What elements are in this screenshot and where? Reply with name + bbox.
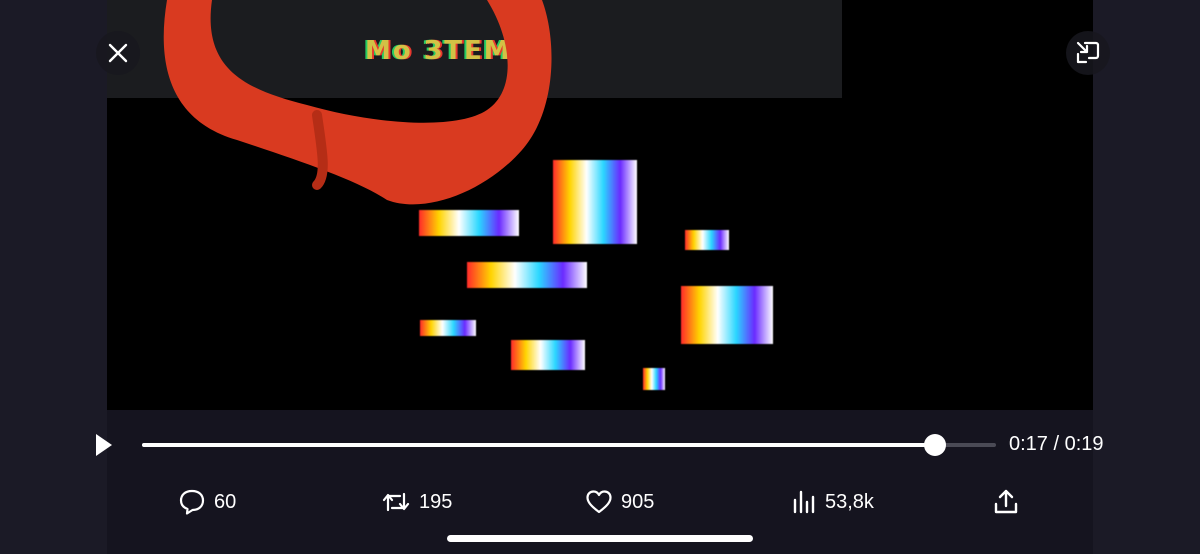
seek-bar-progress — [142, 443, 936, 447]
reply-count: 60 — [214, 490, 237, 513]
reply-button[interactable]: 60 — [178, 486, 236, 518]
time-display: 0:17 / 0:19 — [1009, 433, 1104, 455]
repost-count: 195 — [419, 490, 453, 513]
player-controls: 0:17 / 0:19 — [0, 420, 1200, 470]
reply-icon — [179, 489, 205, 515]
glitch-block — [467, 262, 587, 288]
exit-fullscreen-icon — [1076, 41, 1100, 64]
tweet-actions: 60 195 905 53,8k — [0, 480, 1200, 524]
glitch-block — [553, 160, 637, 244]
close-icon — [108, 43, 128, 63]
exit-fullscreen-button[interactable] — [1066, 31, 1110, 75]
glitch-block — [681, 286, 773, 344]
views-chart-icon — [793, 490, 815, 514]
seek-bar[interactable] — [142, 434, 996, 456]
repost-button[interactable]: 195 — [381, 486, 452, 518]
red-annotation-circle — [163, 0, 552, 205]
right-margin — [1093, 0, 1200, 554]
glitch-block — [511, 340, 585, 370]
glitch-block — [643, 368, 665, 390]
home-indicator[interactable] — [447, 535, 753, 542]
share-button[interactable] — [992, 486, 1020, 518]
seek-bar-thumb[interactable] — [924, 434, 947, 456]
video-viewer-screen: Мо ЗТЕМА 0:17 / 0:19 60 195 905 53,8k — [0, 0, 1200, 554]
views-button[interactable]: 53,8k — [791, 486, 874, 518]
play-button[interactable] — [90, 428, 118, 462]
glitch-block — [685, 230, 729, 250]
like-count: 905 — [621, 490, 655, 513]
share-icon — [994, 489, 1018, 514]
glitch-block — [420, 320, 476, 336]
like-button[interactable]: 905 — [585, 486, 654, 518]
repost-icon — [382, 492, 410, 512]
views-count: 53,8k — [825, 490, 874, 513]
glitch-block — [419, 210, 519, 236]
heart-icon — [586, 490, 612, 514]
play-icon — [96, 434, 112, 456]
left-margin — [0, 0, 107, 554]
video-frame[interactable]: Мо ЗТЕМА — [107, 0, 1093, 410]
close-button[interactable] — [96, 31, 140, 75]
